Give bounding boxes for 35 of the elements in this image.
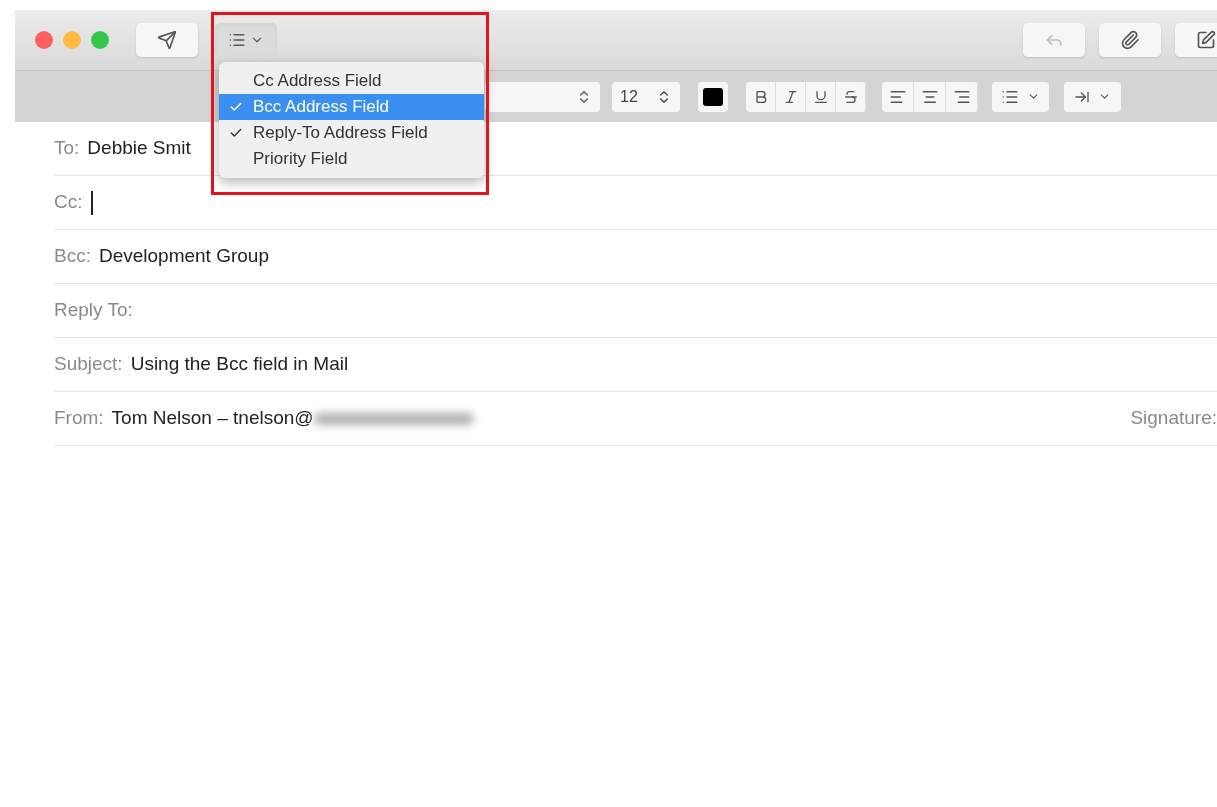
menu-item[interactable]: Reply-To Address Field	[219, 120, 484, 146]
field-label: Reply To:	[54, 298, 133, 323]
paper-plane-icon	[157, 30, 177, 50]
field-label: To:	[54, 136, 80, 161]
field-value[interactable]: Tom Nelson – tnelson@	[111, 404, 314, 433]
field-value[interactable]: Using the Bcc field in Mail	[130, 350, 349, 379]
header-field-row[interactable]: Bcc: Development Group	[54, 230, 1217, 284]
send-button[interactable]	[136, 23, 198, 57]
field-label: Bcc:	[54, 244, 91, 269]
list-style-button[interactable]	[992, 81, 1049, 112]
font-popup[interactable]	[485, 81, 600, 112]
font-size-value: 12	[620, 86, 638, 107]
field-label: Cc:	[54, 190, 83, 215]
pencil-square-icon	[1196, 30, 1216, 50]
underline-icon	[812, 88, 829, 105]
color-well[interactable]	[698, 81, 728, 112]
indent-button[interactable]	[1064, 81, 1121, 112]
attach-button[interactable]	[1099, 23, 1161, 57]
font-size-popup[interactable]: 12	[612, 81, 680, 112]
field-label: Subject:	[54, 352, 123, 377]
menu-item[interactable]: Priority Field	[219, 146, 484, 172]
strikethrough-icon	[842, 88, 859, 105]
field-label: From:	[54, 406, 104, 431]
header-field-row[interactable]: From: Tom Nelson – tnelson@ Signature:	[54, 392, 1217, 446]
header-fields-button[interactable]	[215, 23, 277, 57]
checkmark-icon	[229, 126, 243, 140]
header-field-row[interactable]: Subject: Using the Bcc field in Mail	[54, 338, 1217, 392]
field-value[interactable]: Debbie Smit	[87, 134, 191, 163]
list-icon	[228, 31, 246, 49]
color-swatch	[703, 87, 723, 106]
field-value[interactable]: Development Group	[98, 242, 269, 271]
signature-label: Signature:	[1130, 406, 1217, 431]
paperclip-icon	[1120, 30, 1140, 50]
checkmark-icon	[229, 100, 243, 114]
menu-item[interactable]: Cc Address Field	[219, 68, 484, 94]
